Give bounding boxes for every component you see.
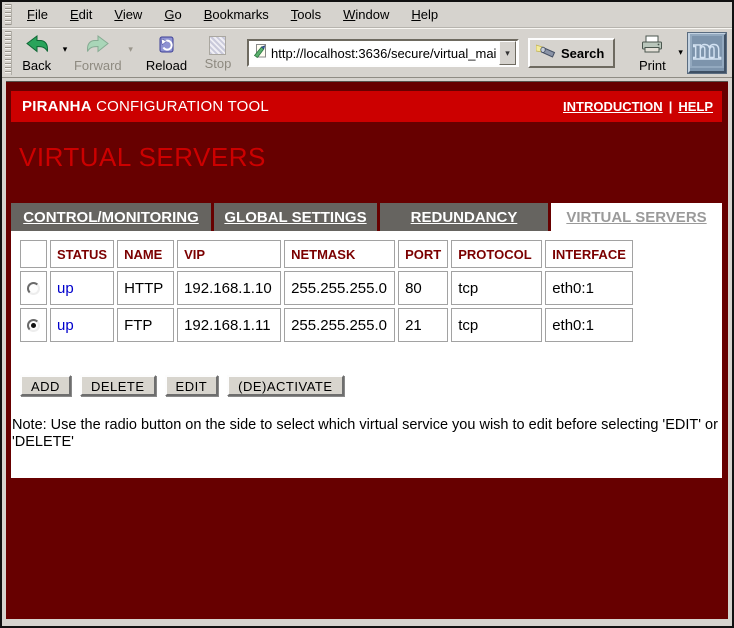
menu-bar: File Edit View Go Bookmarks Tools Window… — [2, 2, 732, 28]
help-link[interactable]: HELP — [678, 99, 713, 114]
delete-button[interactable]: DELETE — [80, 375, 156, 396]
header-netmask: NETMASK — [284, 240, 395, 268]
cell-netmask: 255.255.255.0 — [284, 308, 395, 342]
header-name: NAME — [117, 240, 174, 268]
page-viewport: PIRANHA CONFIGURATION TOOL INTRODUCTION … — [6, 81, 728, 619]
piranha-banner: PIRANHA CONFIGURATION TOOL INTRODUCTION … — [11, 91, 722, 122]
toolbar-grippy[interactable] — [5, 4, 12, 25]
print-label: Print — [639, 58, 666, 73]
forward-button: Forward — [72, 32, 123, 75]
cell-name: HTTP — [117, 271, 174, 305]
back-button[interactable]: Back — [16, 32, 58, 75]
app-title: PIRANHA CONFIGURATION TOOL — [22, 98, 269, 115]
table-row: up HTTP 192.168.1.10 255.255.255.0 80 tc… — [20, 271, 633, 305]
stop-button: Stop — [197, 34, 239, 73]
menu-file[interactable]: File — [16, 4, 59, 25]
print-icon — [640, 34, 664, 57]
row-select-radio[interactable] — [27, 319, 40, 332]
svg-text:m: m — [693, 35, 722, 66]
tab-bar: CONTROL/MONITORING GLOBAL SETTINGS REDUN… — [11, 203, 722, 231]
deactivate-button[interactable]: (DE)ACTIVATE — [227, 375, 343, 396]
location-field: ▾ — [247, 39, 519, 67]
mozilla-throbber[interactable]: m — [688, 33, 726, 73]
back-label: Back — [22, 58, 51, 73]
cell-interface: eth0:1 — [545, 271, 633, 305]
header-status: STATUS — [50, 240, 114, 268]
table-header-row: STATUS NAME VIP NETMASK PORT PROTOCOL IN… — [20, 240, 633, 268]
tab-redundancy[interactable]: REDUNDANCY — [380, 203, 548, 231]
cell-interface: eth0:1 — [545, 308, 633, 342]
header-radio-spacer — [20, 240, 47, 268]
table-row: up FTP 192.168.1.11 255.255.255.0 21 tcp… — [20, 308, 633, 342]
location-bar-group: ▾ Search — [247, 38, 615, 68]
forward-icon — [86, 34, 110, 57]
toolbar-grippy[interactable] — [5, 31, 12, 75]
stop-icon — [209, 36, 226, 55]
note-text: Note: Use the radio button on the side t… — [12, 417, 722, 451]
bookmark-page-icon[interactable] — [252, 43, 268, 64]
link-separator: | — [669, 99, 673, 114]
search-label: Search — [561, 46, 604, 61]
search-icon — [536, 44, 556, 62]
menu-tools[interactable]: Tools — [280, 4, 332, 25]
cell-protocol: tcp — [451, 308, 542, 342]
reload-label: Reload — [146, 58, 187, 73]
add-button[interactable]: ADD — [20, 375, 71, 396]
menu-edit[interactable]: Edit — [59, 4, 103, 25]
introduction-link[interactable]: INTRODUCTION — [563, 99, 663, 114]
cell-name: FTP — [117, 308, 174, 342]
cell-port: 21 — [398, 308, 448, 342]
menu-help[interactable]: Help — [400, 4, 449, 25]
url-input[interactable] — [268, 46, 499, 61]
cell-protocol: tcp — [451, 271, 542, 305]
tab-global-settings[interactable]: GLOBAL SETTINGS — [214, 203, 377, 231]
banner-links: INTRODUCTION | HELP — [563, 99, 713, 114]
edit-button[interactable]: EDIT — [165, 375, 219, 396]
navigation-toolbar: Back ▾ Forward ▾ Reload Stop — [2, 28, 732, 78]
search-button[interactable]: Search — [528, 38, 615, 68]
stop-label: Stop — [205, 56, 232, 71]
header-protocol: PROTOCOL — [451, 240, 542, 268]
menu-window[interactable]: Window — [332, 4, 400, 25]
forward-label: Forward — [74, 58, 122, 73]
menu-view[interactable]: View — [103, 4, 153, 25]
status-link[interactable]: up — [57, 317, 74, 334]
menu-bookmarks[interactable]: Bookmarks — [193, 4, 280, 25]
header-interface: INTERFACE — [545, 240, 633, 268]
reload-icon — [155, 34, 177, 57]
forward-dropdown-arrow: ▾ — [123, 44, 138, 55]
print-dropdown-arrow[interactable]: ▾ — [673, 47, 688, 58]
virtual-servers-panel: STATUS NAME VIP NETMASK PORT PROTOCOL IN… — [11, 231, 722, 478]
print-button[interactable]: Print — [631, 32, 673, 75]
header-vip: VIP — [177, 240, 281, 268]
status-link[interactable]: up — [57, 280, 74, 297]
reload-button[interactable]: Reload — [144, 32, 189, 75]
action-buttons: ADD DELETE EDIT (DE)ACTIVATE — [20, 375, 722, 396]
header-port: PORT — [398, 240, 448, 268]
browser-window: { "menubar": { "items": [ {"key": "F", "… — [0, 0, 734, 628]
virtual-servers-table: STATUS NAME VIP NETMASK PORT PROTOCOL IN… — [17, 237, 636, 345]
row-select-radio[interactable] — [27, 282, 40, 295]
tab-virtual-servers[interactable]: VIRTUAL SERVERS — [551, 203, 722, 231]
url-history-dropdown[interactable]: ▾ — [499, 41, 516, 65]
cell-port: 80 — [398, 271, 448, 305]
back-dropdown-arrow[interactable]: ▾ — [58, 44, 73, 55]
cell-vip: 192.168.1.10 — [177, 271, 281, 305]
cell-vip: 192.168.1.11 — [177, 308, 281, 342]
menu-go[interactable]: Go — [153, 4, 192, 25]
page-title: VIRTUAL SERVERS — [19, 142, 728, 172]
mozilla-m-icon: m — [690, 34, 724, 73]
tab-control-monitoring[interactable]: CONTROL/MONITORING — [11, 203, 211, 231]
cell-netmask: 255.255.255.0 — [284, 271, 395, 305]
back-icon — [25, 34, 49, 57]
